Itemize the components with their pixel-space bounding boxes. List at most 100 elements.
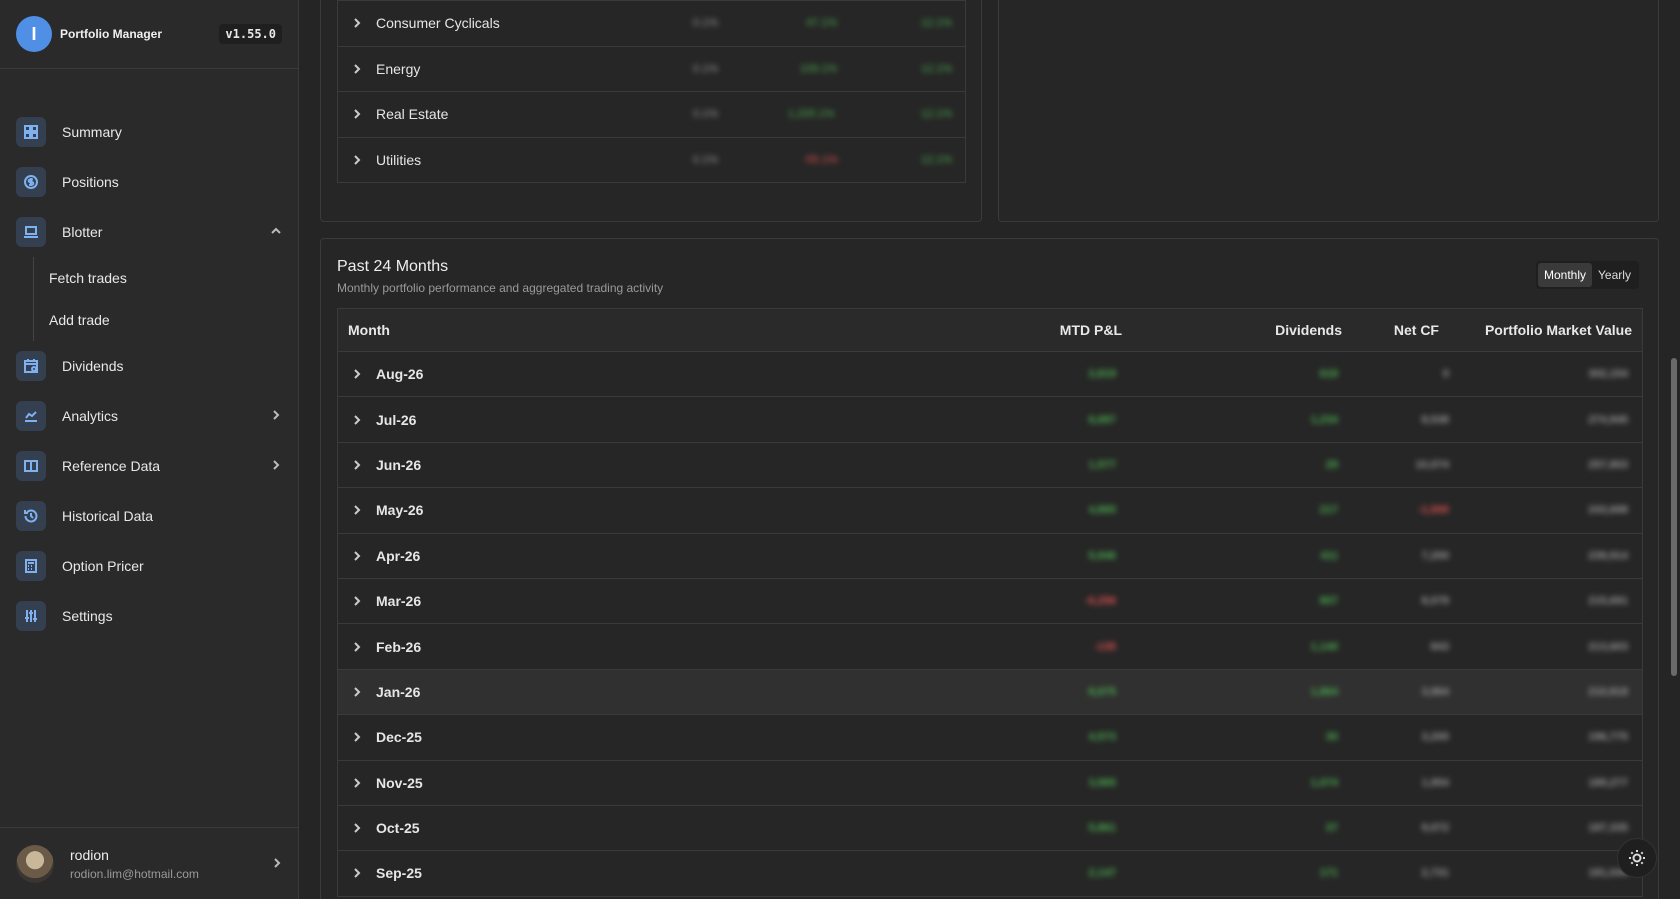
table-row[interactable]: Jul-26 6,687 1,234 8,538 274,945 <box>338 396 1642 442</box>
sector-value: 47.1% <box>806 17 838 30</box>
sector-name: Real Estate <box>376 106 449 123</box>
sector-value: 0.1% <box>693 108 719 121</box>
performance-rows: Aug-26 2,819 618 0 302,154 Jul-26 6,687 1,234 8,… <box>338 351 1642 896</box>
brand-header: I Portfolio Manager v1.55.0 <box>0 0 298 69</box>
row-net-cf: 8,538 <box>1421 413 1449 426</box>
sidebar-subitem-fetch-trades[interactable]: Fetch trades <box>34 257 298 299</box>
table-row[interactable]: Sep-25 2,147 171 2,731 181,044 <box>338 850 1642 896</box>
chevron-right-icon[interactable] <box>352 641 362 652</box>
row-pnl: 4,573 <box>1088 731 1116 744</box>
row-net-cf: 10,074 <box>1415 458 1449 471</box>
table-row[interactable]: Real Estate 0.1% 1,205.1% 12.1% <box>338 91 965 137</box>
sidebar-item-option-pricer[interactable]: Option Pricer <box>0 541 298 591</box>
row-market-value: 243,698 <box>1588 504 1628 517</box>
column-header-pnl[interactable]: MTD P&L <box>1060 322 1122 338</box>
row-net-cf: 3,200 <box>1421 731 1449 744</box>
chevron-right-icon[interactable] <box>270 409 282 424</box>
chevron-right-icon[interactable] <box>352 155 362 165</box>
sidebar-item-blotter[interactable]: Blotter <box>0 207 298 257</box>
chevron-right-icon[interactable] <box>352 823 362 833</box>
table-row[interactable]: Aug-26 2,819 618 0 302,154 <box>338 351 1642 397</box>
sidebar-item-summary[interactable]: Summary <box>0 107 298 157</box>
row-month: Sep-25 <box>376 865 422 882</box>
row-market-value: 302,154 <box>1588 368 1628 381</box>
table-row[interactable]: Dec-25 4,573 30 3,200 196,775 <box>338 714 1642 760</box>
sector-value: 0.1% <box>693 62 719 75</box>
sun-icon <box>1629 850 1645 866</box>
sidebar-item-reference-data[interactable]: Reference Data <box>0 441 298 491</box>
table-row[interactable]: May-26 4,865 217 -1,500 243,698 <box>338 487 1642 533</box>
row-pnl: 6,687 <box>1088 413 1116 426</box>
row-pnl: 1,577 <box>1088 458 1116 471</box>
table-row[interactable]: Mar-26 -6,256 807 8,079 215,691 <box>338 577 1642 624</box>
row-month: Feb-26 <box>376 638 422 655</box>
table-row[interactable]: Consumer Cyclicals 0.1% 47.1% 12.1% <box>338 0 965 46</box>
chevron-right-icon[interactable] <box>352 868 362 879</box>
row-month: Mar-26 <box>376 593 422 610</box>
toggle-yearly[interactable]: Yearly <box>1592 263 1637 287</box>
chevron-right-icon[interactable] <box>271 856 283 872</box>
row-market-value: 257,803 <box>1588 458 1628 471</box>
row-dividends: 217 <box>1319 504 1338 517</box>
chevron-right-icon[interactable] <box>352 109 362 119</box>
chevron-up-icon[interactable] <box>270 225 282 240</box>
chevron-right-icon[interactable] <box>352 777 362 788</box>
row-market-value: 196,775 <box>1588 731 1628 744</box>
sidebar-item-historical-data[interactable]: Historical Data <box>0 491 298 541</box>
chevron-right-icon[interactable] <box>352 414 362 425</box>
column-header-dividends[interactable]: Dividends <box>1275 322 1342 338</box>
sidebar-item-positions[interactable]: Positions <box>0 157 298 207</box>
table-row[interactable]: Nov-25 3,965 1,074 1,954 189,277 <box>338 759 1642 805</box>
table-row[interactable]: Energy 0.1% 109.1% 12.1% <box>338 45 965 92</box>
column-header-market-value[interactable]: Portfolio Market Value <box>1485 322 1632 338</box>
toggle-monthly[interactable]: Monthly <box>1538 263 1593 287</box>
user-menu[interactable]: rodion rodion.lim@hotmail.com <box>0 827 299 899</box>
chevron-right-icon[interactable] <box>352 460 362 470</box>
version-badge: v1.55.0 <box>219 24 282 44</box>
sector-name: Consumer Cyclicals <box>376 15 500 32</box>
row-net-cf: 843 <box>1430 640 1449 653</box>
chevron-right-icon[interactable] <box>352 64 362 74</box>
calculator-icon <box>16 551 46 581</box>
row-net-cf: 1,954 <box>1421 776 1449 789</box>
sidebar-subitem-add-trade[interactable]: Add trade <box>34 299 298 341</box>
row-market-value: 215,691 <box>1588 595 1628 608</box>
chevron-right-icon[interactable] <box>352 369 362 379</box>
chevron-right-icon[interactable] <box>270 459 282 474</box>
table-row[interactable]: Jan-26 8,675 1,864 3,964 210,818 <box>338 668 1642 715</box>
main-nav: Summary Positions Blotter Fetch trades A… <box>0 69 298 641</box>
chevron-right-icon[interactable] <box>352 18 362 28</box>
row-market-value: 187,335 <box>1588 822 1628 835</box>
row-pnl: -6,256 <box>1084 595 1116 608</box>
column-header-net-cf[interactable]: Net CF <box>1394 322 1439 338</box>
sector-table: Consumer Cyclicals 0.1% 47.1% 12.1% Ener… <box>337 0 966 183</box>
row-pnl: 2,147 <box>1088 867 1116 880</box>
theme-toggle-button[interactable] <box>1617 838 1657 878</box>
table-row[interactable]: Feb-26 -135 1,140 843 213,603 <box>338 623 1642 669</box>
table-row[interactable]: Apr-26 5,946 411 7,200 239,914 <box>338 532 1642 578</box>
row-market-value: 210,818 <box>1588 685 1628 698</box>
scrollbar[interactable] <box>1671 358 1677 676</box>
performance-title: Past 24 Months <box>337 258 449 275</box>
row-dividends: 1,864 <box>1310 685 1338 698</box>
row-pnl: 5,946 <box>1088 549 1116 562</box>
chevron-right-icon[interactable] <box>352 551 362 561</box>
sidebar-item-dividends[interactable]: Dividends <box>0 341 298 391</box>
sidebar-item-settings[interactable]: Settings <box>0 591 298 641</box>
column-header-month[interactable]: Month <box>348 322 390 338</box>
user-email: rodion.lim@hotmail.com <box>70 866 199 881</box>
row-net-cf: 8,079 <box>1421 595 1449 608</box>
row-dividends: 411 <box>1320 549 1338 562</box>
chevron-right-icon[interactable] <box>352 505 362 516</box>
app-logo[interactable]: I <box>16 16 52 52</box>
chevron-right-icon[interactable] <box>352 687 362 697</box>
sector-value: 1,205.1% <box>788 108 835 121</box>
table-row[interactable]: Jun-26 1,577 29 10,074 257,803 <box>338 441 1642 488</box>
row-dividends: 171 <box>1319 867 1338 880</box>
table-row[interactable]: Utilities 0.1% -55.1% 12.1% <box>338 136 965 183</box>
chevron-right-icon[interactable] <box>352 732 362 743</box>
sidebar-item-analytics[interactable]: Analytics <box>0 391 298 441</box>
table-row[interactable]: Oct-25 5,861 37 9,072 187,335 <box>338 804 1642 851</box>
chart-icon <box>16 401 46 431</box>
chevron-right-icon[interactable] <box>352 596 362 606</box>
